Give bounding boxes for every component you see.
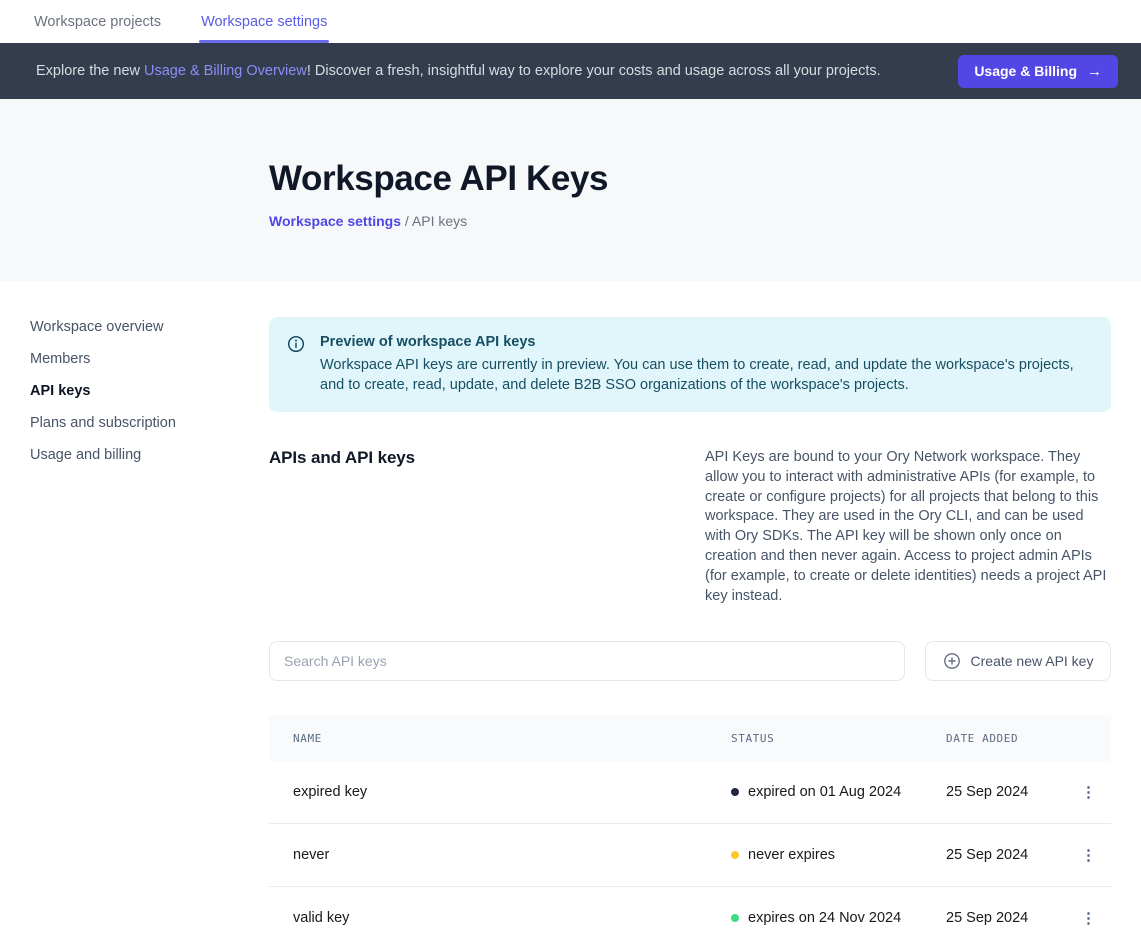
- usage-billing-overview-link[interactable]: Usage & Billing Overview: [144, 63, 307, 79]
- breadcrumb-current: API keys: [412, 213, 467, 229]
- api-keys-section: APIs and API keys API Keys are bound to …: [269, 448, 1111, 606]
- status-label: expired on 01 Aug 2024: [748, 784, 901, 800]
- table-controls: Create new API key: [269, 641, 1111, 681]
- banner-text-suffix: ! Discover a fresh, insightful way to ex…: [307, 63, 881, 79]
- tab-workspace-projects[interactable]: Workspace projects: [34, 0, 161, 43]
- column-header-name: NAME: [269, 732, 731, 745]
- banner-text-prefix: Explore the new: [36, 63, 144, 79]
- page-title: Workspace API Keys: [269, 160, 1141, 199]
- status-dot-icon: [731, 788, 739, 796]
- tab-workspace-settings[interactable]: Workspace settings: [201, 0, 327, 43]
- api-key-date-added: 25 Sep 2024: [946, 847, 1066, 863]
- status-dot-icon: [731, 851, 739, 859]
- api-key-date-added: 25 Sep 2024: [946, 784, 1066, 800]
- usage-billing-button-label: Usage & Billing: [974, 63, 1077, 79]
- sidebar-item-members[interactable]: Members: [30, 352, 269, 367]
- info-circle-icon: [287, 334, 305, 395]
- workspace-api-keys-page: Workspace projects Workspace settings Ex…: [0, 0, 1141, 940]
- page-hero: Workspace API Keys Workspace settings / …: [0, 99, 1141, 281]
- breadcrumb: Workspace settings / API keys: [269, 213, 1141, 229]
- create-api-key-button-label: Create new API key: [971, 653, 1094, 669]
- alert-content: Preview of workspace API keys Workspace …: [320, 334, 1087, 395]
- breadcrumb-separator: /: [405, 213, 412, 229]
- section-description: API Keys are bound to your Ory Network w…: [705, 448, 1111, 606]
- api-key-name: never: [269, 847, 731, 863]
- alert-title: Preview of workspace API keys: [320, 334, 1087, 350]
- table-row: never never expires 25 Sep 2024 ⋮: [269, 824, 1111, 887]
- column-header-status: STATUS: [731, 732, 946, 745]
- preview-info-alert: Preview of workspace API keys Workspace …: [269, 317, 1111, 412]
- api-key-name: expired key: [269, 784, 731, 800]
- usage-billing-banner: Explore the new Usage & Billing Overview…: [0, 43, 1141, 99]
- status-dot-icon: [731, 914, 739, 922]
- row-actions-kebab-icon[interactable]: ⋮: [1075, 907, 1102, 930]
- api-key-status: never expires: [731, 847, 946, 863]
- table-row: expired key expired on 01 Aug 2024 25 Se…: [269, 761, 1111, 824]
- sidebar-item-workspace-overview[interactable]: Workspace overview: [30, 320, 269, 335]
- api-key-status: expired on 01 Aug 2024: [731, 784, 946, 800]
- breadcrumb-workspace-settings-link[interactable]: Workspace settings: [269, 213, 401, 229]
- column-header-date-added: DATE ADDED: [946, 732, 1066, 745]
- api-key-date-added: 25 Sep 2024: [946, 910, 1066, 926]
- settings-sidebar: Workspace overview Members API keys Plan…: [0, 281, 269, 940]
- banner-message: Explore the new Usage & Billing Overview…: [36, 63, 958, 79]
- search-input[interactable]: [269, 641, 905, 681]
- row-actions-kebab-icon[interactable]: ⋮: [1075, 781, 1102, 804]
- section-heading: APIs and API keys: [269, 448, 415, 606]
- arrow-right-icon: →: [1087, 63, 1102, 80]
- sidebar-item-api-keys[interactable]: API keys: [30, 384, 269, 399]
- api-key-status: expires on 24 Nov 2024: [731, 910, 946, 926]
- row-actions-kebab-icon[interactable]: ⋮: [1075, 844, 1102, 867]
- create-api-key-button[interactable]: Create new API key: [925, 641, 1111, 681]
- api-keys-table: NAME STATUS DATE ADDED expired key expir…: [269, 715, 1111, 940]
- sidebar-item-plans-and-subscription[interactable]: Plans and subscription: [30, 416, 269, 431]
- usage-billing-button[interactable]: Usage & Billing →: [958, 55, 1118, 88]
- main-content: Preview of workspace API keys Workspace …: [269, 281, 1111, 940]
- api-key-name: valid key: [269, 910, 731, 926]
- table-header-row: NAME STATUS DATE ADDED: [269, 715, 1111, 761]
- sidebar-item-usage-and-billing[interactable]: Usage and billing: [30, 448, 269, 463]
- status-label: never expires: [748, 847, 835, 863]
- top-tab-bar: Workspace projects Workspace settings: [0, 0, 1141, 43]
- table-row: valid key expires on 24 Nov 2024 25 Sep …: [269, 887, 1111, 940]
- plus-circle-icon: [943, 652, 961, 670]
- page-body: Workspace overview Members API keys Plan…: [0, 281, 1141, 940]
- status-label: expires on 24 Nov 2024: [748, 910, 901, 926]
- alert-body: Workspace API keys are currently in prev…: [320, 355, 1087, 395]
